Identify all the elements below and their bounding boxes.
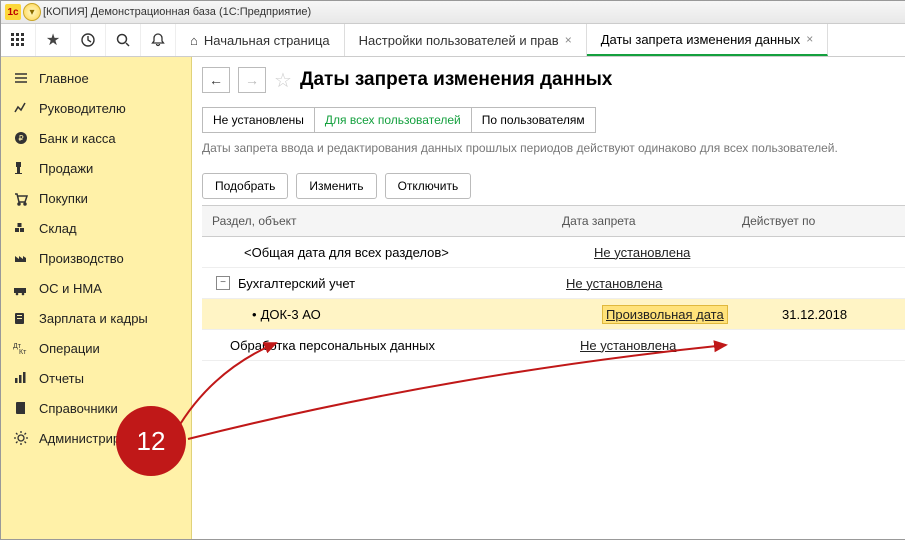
col-section-object: Раздел, объект (202, 214, 562, 228)
app-window: 1c ▾ [КОПИЯ] Демонстрационная база (1С:П… (0, 0, 905, 540)
sidebar-item-reports[interactable]: Отчеты (1, 363, 191, 393)
grid-row[interactable]: <Общая дата для всех разделов> Не устано… (202, 237, 905, 268)
sidebar-item-label: Отчеты (39, 371, 84, 386)
cell-section: Обработка персональных данных (202, 338, 580, 353)
pick-button[interactable]: Подобрать (202, 173, 288, 199)
sidebar-item-warehouse[interactable]: Склад (1, 213, 191, 243)
tab-home[interactable]: ⌂ Начальная страница (176, 24, 345, 56)
tab-label: Даты запрета изменения данных (601, 32, 800, 47)
mode-tabs: Не установлены Для всех пользователей По… (202, 107, 596, 133)
home-icon: ⌂ (190, 33, 198, 48)
sidebar-item-label: Руководителю (39, 101, 126, 116)
tab-settings-users[interactable]: Настройки пользователей и прав × (345, 24, 587, 56)
sidebar-item-sales[interactable]: Продажи (1, 153, 191, 183)
disable-button[interactable]: Отключить (385, 173, 472, 199)
grid-header: Раздел, объект Дата запрета Действует по (202, 206, 905, 237)
app-dropdown-icon[interactable]: ▾ (23, 3, 41, 21)
sidebar-item-main[interactable]: Главное (1, 63, 191, 93)
sidebar-item-label: Зарплата и кадры (39, 311, 148, 326)
nav-back-button[interactable]: ← (202, 67, 230, 93)
col-prohibit-date: Дата запрета (562, 214, 742, 228)
sidebar-item-label: Производство (39, 251, 124, 266)
sidebar-item-label: ОС и НМА (39, 281, 102, 296)
annotation-badge: 12 (116, 406, 186, 476)
col-valid-through: Действует по (742, 214, 905, 228)
sidebar-item-salary[interactable]: Зарплата и кадры (1, 303, 191, 333)
cell-date-link[interactable]: Не установлена (566, 276, 662, 291)
tab-label: Настройки пользователей и прав (359, 33, 559, 48)
page-title: Даты запрета изменения данных (300, 69, 612, 91)
close-icon[interactable]: × (806, 32, 813, 46)
sidebar-item-label: Покупки (39, 191, 88, 206)
cell-section: Бухгалтерский учет (238, 276, 355, 291)
mode-by-users[interactable]: По пользователям (472, 108, 595, 132)
bell-icon[interactable] (141, 24, 176, 56)
data-grid: Раздел, объект Дата запрета Действует по… (202, 205, 905, 361)
titlebar: 1c ▾ [КОПИЯ] Демонстрационная база (1С:П… (1, 1, 905, 24)
favorite-star-icon[interactable]: ☆ (274, 68, 292, 93)
sidebar-item-label: Склад (39, 221, 77, 236)
sidebar-item-label: Банк и касса (39, 131, 116, 146)
cell-valid: 31.12.2018 (782, 307, 905, 322)
sidebar-item-label: Операции (39, 341, 100, 356)
cell-date-link[interactable]: Не установлена (580, 338, 676, 353)
sidebar-item-manager[interactable]: Руководителю (1, 93, 191, 123)
bullet-icon: • (252, 307, 257, 322)
svg-text:Кт: Кт (19, 349, 27, 356)
description-text: Даты запрета ввода и редактирования данн… (202, 141, 905, 155)
grid-row[interactable]: −Бухгалтерский учет Не установлена (202, 268, 905, 299)
apps-icon[interactable] (1, 24, 36, 56)
cell-date-link[interactable]: Не установлена (594, 245, 690, 260)
cell-section: ДОК-3 АО (261, 307, 321, 322)
sidebar-item-label: Справочники (39, 401, 118, 416)
main-toolbar: ★ ⌂ Начальная страница Настройки пользов… (1, 24, 905, 57)
history-icon[interactable] (71, 24, 106, 56)
star-icon[interactable]: ★ (36, 24, 71, 56)
search-icon[interactable] (106, 24, 141, 56)
sidebar-item-assets[interactable]: ОС и НМА (1, 273, 191, 303)
sidebar-item-label: Продажи (39, 161, 93, 176)
grid-row-selected[interactable]: • ДОК-3 АО Произвольная дата 31.12.2018 (202, 299, 905, 330)
sidebar-item-purchases[interactable]: Покупки (1, 183, 191, 213)
sidebar-item-operations[interactable]: ДтКтОперации (1, 333, 191, 363)
window-title: [КОПИЯ] Демонстрационная база (1С:Предпр… (43, 6, 311, 18)
sidebar-item-bank[interactable]: ₽ Банк и касса (1, 123, 191, 153)
app-logo-icon: 1c (5, 4, 21, 20)
collapse-icon[interactable]: − (216, 276, 230, 290)
mode-not-set[interactable]: Не установлены (203, 108, 315, 132)
tab-label: Начальная страница (204, 33, 330, 48)
close-icon[interactable]: × (565, 33, 572, 47)
grid-row[interactable]: Обработка персональных данных Не установ… (202, 330, 905, 361)
nav-forward-button[interactable]: → (238, 67, 266, 93)
content-area: ← → ☆ Даты запрета изменения данных Не у… (192, 57, 905, 539)
mode-all-users[interactable]: Для всех пользователей (315, 108, 472, 132)
cell-section: <Общая дата для всех разделов> (202, 245, 594, 260)
sidebar-item-label: Главное (39, 71, 89, 86)
svg-text:₽: ₽ (18, 134, 23, 143)
cell-date-link[interactable]: Произвольная дата (602, 305, 728, 324)
edit-button[interactable]: Изменить (296, 173, 376, 199)
tab-bar: ⌂ Начальная страница Настройки пользоват… (176, 24, 905, 56)
tab-dates-prohibit[interactable]: Даты запрета изменения данных × (587, 24, 829, 56)
sidebar-item-production[interactable]: Производство (1, 243, 191, 273)
